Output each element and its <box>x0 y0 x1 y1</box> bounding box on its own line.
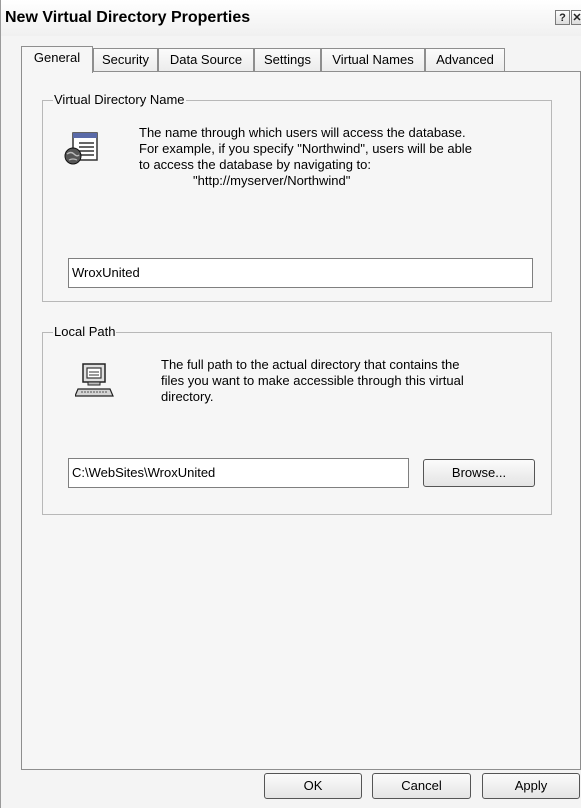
ok-button[interactable]: OK <box>264 773 362 799</box>
dialog-title: New Virtual Directory Properties <box>5 9 251 26</box>
description-line: The full path to the actual directory th… <box>161 357 460 372</box>
description-line: The name through which users will access… <box>139 125 466 140</box>
general-tab-panel: Virtual Directory Name The name through … <box>21 71 581 770</box>
tab-data-source[interactable]: Data Source <box>158 48 254 72</box>
virtual-directory-name-group: Virtual Directory Name The name through … <box>42 92 552 302</box>
description-line: For example, if you specify "Northwind",… <box>139 141 472 156</box>
description-line: "http://myserver/Northwind" <box>193 173 351 188</box>
local-path-group: Local Path The full path to the actual d… <box>42 324 552 515</box>
close-button[interactable]: ✕ <box>571 10 581 25</box>
web-document-globe-icon <box>64 132 98 165</box>
browse-button[interactable]: Browse... <box>423 459 535 487</box>
local-path-description: The full path to the actual directory th… <box>161 357 464 405</box>
description-line: to access the database by navigating to: <box>139 157 371 172</box>
computer-icon <box>75 363 114 397</box>
properties-dialog: New Virtual Directory Properties ? ✕ Gen… <box>0 0 581 808</box>
description-line: files you want to make accessible throug… <box>161 373 464 388</box>
virtual-directory-description: The name through which users will access… <box>139 125 472 189</box>
tab-virtual-names[interactable]: Virtual Names <box>321 48 425 72</box>
apply-button[interactable]: Apply <box>482 773 580 799</box>
tab-security[interactable]: Security <box>93 48 158 72</box>
help-button[interactable]: ? <box>555 10 570 25</box>
virtual-directory-name-input[interactable]: WroxUnited <box>68 258 533 288</box>
tab-advanced[interactable]: Advanced <box>425 48 505 72</box>
title-bar[interactable]: New Virtual Directory Properties ? ✕ <box>1 0 581 36</box>
virtual-directory-name-legend: Virtual Directory Name <box>53 92 186 107</box>
local-path-legend: Local Path <box>53 324 117 339</box>
local-path-input[interactable]: C:\WebSites\WroxUnited <box>68 458 409 488</box>
tab-general[interactable]: General <box>21 46 93 73</box>
cancel-button[interactable]: Cancel <box>372 773 471 799</box>
tab-settings[interactable]: Settings <box>254 48 321 72</box>
description-line: directory. <box>161 389 214 404</box>
